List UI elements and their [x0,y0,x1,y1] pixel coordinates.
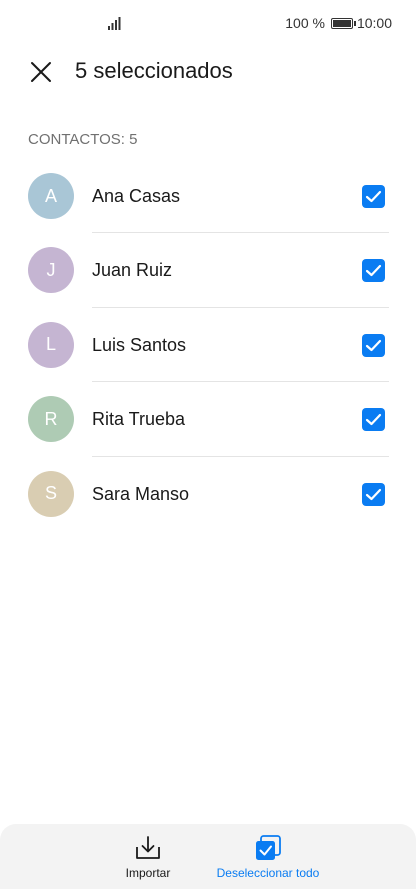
contact-checkbox[interactable] [362,185,385,208]
contact-list: A Ana Casas J Juan Ruiz L Luis Santos R … [0,159,416,531]
import-button[interactable]: Importar [118,834,178,880]
avatar: J [28,247,74,294]
avatar: L [28,321,74,368]
contact-row[interactable]: A Ana Casas [0,159,416,234]
checkmark-icon [365,414,382,426]
page-title: 5 seleccionados [75,58,233,83]
avatar: A [28,173,74,219]
contact-row[interactable]: R Rita Trueba [0,382,416,457]
avatar: S [28,470,74,517]
import-label: Importar [125,866,171,880]
avatar: R [28,396,74,443]
deselect-all-button[interactable]: Deseleccionar todo [212,834,324,880]
battery-percent: 100 % [285,15,325,31]
bottom-action-bar: Importar Deseleccionar todo [0,824,416,889]
contact-row[interactable]: J Juan Ruiz [0,233,416,308]
status-bar: 100 % 10:00 [0,0,416,48]
clock: 10:00 [356,15,392,31]
contact-checkbox[interactable] [362,333,385,357]
close-button[interactable] [26,58,56,88]
contact-name: Sara Manso [92,483,190,504]
contact-row[interactable]: L Luis Santos [0,308,416,383]
download-tray-icon [136,836,160,859]
contact-row[interactable]: S Sara Manso [0,457,416,531]
status-right: 100 % 10:00 [285,15,392,31]
contact-name: Ana Casas [92,186,181,206]
header: 5 seleccionados [0,48,416,96]
contact-checkbox[interactable] [362,259,385,283]
contact-checkbox[interactable] [362,408,385,432]
deselect-all-label: Deseleccionar todo [216,866,320,880]
checkmark-icon [365,488,382,500]
contact-name: Luis Santos [92,334,187,355]
contact-checkbox[interactable] [362,482,385,506]
battery-icon [330,17,356,29]
close-icon [31,62,51,82]
section-header: CONTACTOS: 5 [28,131,138,148]
checkmark-icon [365,190,382,203]
select-all-icon [256,835,281,860]
signal-icon [108,17,121,30]
checkmark-icon [365,265,382,277]
checkmark-icon [365,339,382,351]
contact-name: Rita Trueba [92,409,186,430]
contact-name: Juan Ruiz [92,260,173,281]
